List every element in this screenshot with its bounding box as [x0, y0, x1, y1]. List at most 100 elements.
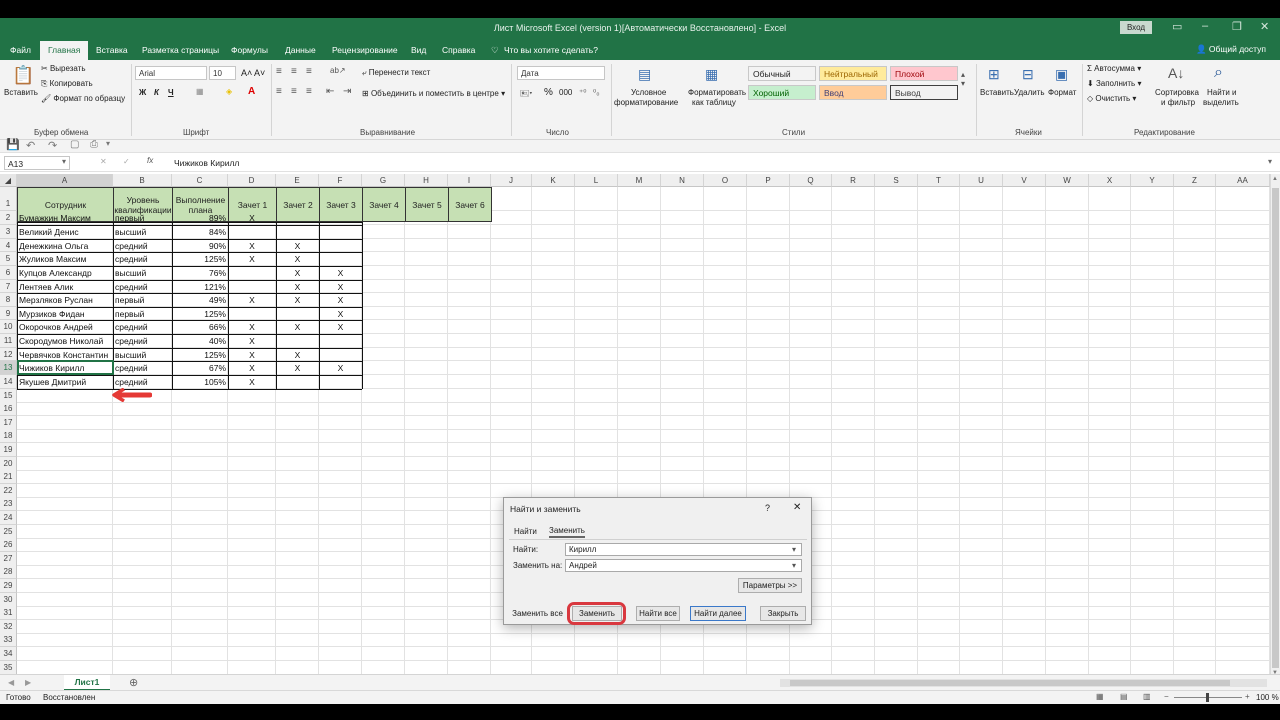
find-history-dropdown-icon[interactable]: ▾ — [792, 545, 796, 554]
table-cell[interactable]: Скородумов Николай — [19, 336, 111, 348]
column-header-n[interactable]: N — [661, 174, 704, 187]
next-sheet-icon[interactable]: ▶ — [25, 678, 31, 687]
table-cell[interactable]: X — [278, 268, 317, 280]
share-button[interactable]: 👤 Общий доступ — [1196, 44, 1266, 55]
table-cell[interactable]: 66% — [174, 322, 226, 334]
table-cell[interactable]: X — [230, 322, 274, 334]
replace-all-button[interactable]: Заменить все — [509, 606, 566, 621]
table-cell[interactable] — [321, 227, 360, 239]
table-cell[interactable]: X — [278, 241, 317, 252]
column-header-c[interactable]: C — [172, 174, 228, 187]
minimize-icon[interactable]: – — [1202, 20, 1208, 32]
style-normal[interactable]: Обычный — [748, 66, 816, 81]
find-select-icon[interactable]: ⌕ — [1214, 64, 1223, 82]
column-header-b[interactable]: B — [113, 174, 172, 187]
column-header-w[interactable]: W — [1046, 174, 1089, 187]
row-header-7[interactable]: 7 — [0, 280, 17, 293]
sort-filter-label-1[interactable]: Сортировка — [1155, 88, 1199, 97]
row-header-9[interactable]: 9 — [0, 307, 17, 320]
row-header-20[interactable]: 20 — [0, 457, 17, 471]
selected-cell-a13[interactable] — [17, 360, 114, 375]
row-header-14[interactable]: 14 — [0, 375, 17, 389]
table-cell[interactable] — [278, 377, 317, 389]
zoom-in-icon[interactable]: + — [1245, 692, 1250, 701]
tab-find[interactable]: Найти — [514, 527, 537, 536]
row-header-31[interactable]: 31 — [0, 606, 17, 620]
column-header-x[interactable]: X — [1089, 174, 1131, 187]
close-button[interactable]: Закрыть — [760, 606, 806, 621]
undo-icon[interactable]: ↶ — [26, 139, 35, 152]
row-header-23[interactable]: 23 — [0, 497, 17, 511]
zoom-slider[interactable] — [1174, 693, 1242, 702]
align-top-icon[interactable]: ≡ — [276, 66, 282, 77]
tab-view[interactable]: Вид — [411, 45, 426, 55]
tab-file[interactable]: Файл — [10, 45, 31, 55]
italic-button[interactable]: К — [154, 88, 159, 97]
conditional-formatting-label-2[interactable]: форматирование — [614, 98, 678, 107]
align-left-icon[interactable]: ≡ — [276, 86, 282, 97]
column-header-y[interactable]: Y — [1131, 174, 1174, 187]
increase-decimal-icon[interactable]: ⁺⁰ — [579, 88, 586, 97]
align-bottom-icon[interactable]: ≡ — [306, 66, 312, 77]
table-cell[interactable]: Лентяев Алик — [19, 282, 111, 293]
table-cell[interactable] — [321, 254, 360, 266]
table-cell[interactable]: средний — [115, 322, 170, 334]
table-cell[interactable]: X — [230, 377, 274, 389]
table-cell[interactable]: первый — [115, 309, 170, 320]
ribbon-options-icon[interactable]: ▭ — [1172, 20, 1182, 33]
table-cell[interactable]: первый — [115, 295, 170, 307]
cancel-edit-icon[interactable]: ✕ — [100, 157, 107, 166]
table-cell[interactable]: высший — [115, 268, 170, 280]
table-cell[interactable]: 105% — [174, 377, 226, 389]
new-file-icon[interactable]: ▢ — [70, 139, 79, 150]
insert-cells-button[interactable]: Вставить — [980, 88, 1014, 97]
table-cell[interactable] — [321, 377, 360, 389]
column-header-q[interactable]: Q — [790, 174, 832, 187]
table-cell[interactable] — [230, 282, 274, 293]
table-cell[interactable]: X — [278, 282, 317, 293]
name-box-dropdown-icon[interactable]: ▾ — [62, 157, 66, 166]
table-cell[interactable]: высший — [115, 227, 170, 239]
align-middle-icon[interactable]: ≡ — [291, 66, 297, 77]
row-header-16[interactable]: 16 — [0, 402, 17, 416]
column-header-l[interactable]: L — [575, 174, 618, 187]
row-header-3[interactable]: 3 — [0, 225, 17, 239]
row-header-10[interactable]: 10 — [0, 320, 17, 334]
select-all-corner[interactable]: ◢ — [0, 174, 17, 187]
row-header-11[interactable]: 11 — [0, 334, 17, 348]
table-cell[interactable]: X — [278, 363, 317, 375]
table-cell[interactable]: X — [278, 295, 317, 307]
normal-view-icon[interactable]: ▦ — [1096, 692, 1104, 701]
insert-cells-icon[interactable]: ⊞ — [988, 66, 1000, 83]
row-header-26[interactable]: 26 — [0, 538, 17, 552]
decrease-decimal-icon[interactable]: ⁰₀ — [593, 88, 600, 97]
row-header-13[interactable]: 13 — [0, 361, 17, 375]
table-cell[interactable]: средний — [115, 282, 170, 293]
delete-cells-button[interactable]: Удалить — [1014, 88, 1045, 97]
row-header-18[interactable]: 18 — [0, 429, 17, 443]
format-painter-button[interactable]: 🖌 Формат по образцу — [41, 94, 125, 103]
style-neutral[interactable]: Нейтральный — [819, 66, 887, 81]
paste-button[interactable]: Вставить — [4, 88, 38, 97]
table-cell[interactable]: Окорочков Андрей — [19, 322, 111, 334]
row-header-29[interactable]: 29 — [0, 579, 17, 593]
table-cell[interactable]: Мерзляков Руслан — [19, 295, 111, 307]
table-cell[interactable] — [278, 309, 317, 320]
borders-icon[interactable]: ▦ — [196, 87, 204, 96]
column-header-m[interactable]: M — [618, 174, 661, 187]
table-cell[interactable]: 125% — [174, 350, 226, 361]
fill-color-icon[interactable]: ◈ — [226, 87, 232, 96]
font-size-select[interactable]: 10 — [209, 66, 236, 80]
column-header-s[interactable]: S — [875, 174, 918, 187]
table-cell[interactable]: X — [230, 336, 274, 348]
header-cell-test-4[interactable]: Зачет 4 — [362, 187, 406, 222]
confirm-edit-icon[interactable]: ✓ — [123, 157, 130, 166]
tab-help[interactable]: Справка — [442, 45, 475, 55]
row-header-33[interactable]: 33 — [0, 633, 17, 647]
table-cell[interactable]: X — [230, 295, 274, 307]
wrap-text-button[interactable]: ⤶ Перенести текст — [362, 68, 430, 78]
sort-filter-icon[interactable]: A↓ — [1168, 65, 1184, 81]
row-header-4[interactable]: 4 — [0, 239, 17, 252]
column-header-g[interactable]: G — [362, 174, 405, 187]
table-cell[interactable]: 121% — [174, 282, 226, 293]
